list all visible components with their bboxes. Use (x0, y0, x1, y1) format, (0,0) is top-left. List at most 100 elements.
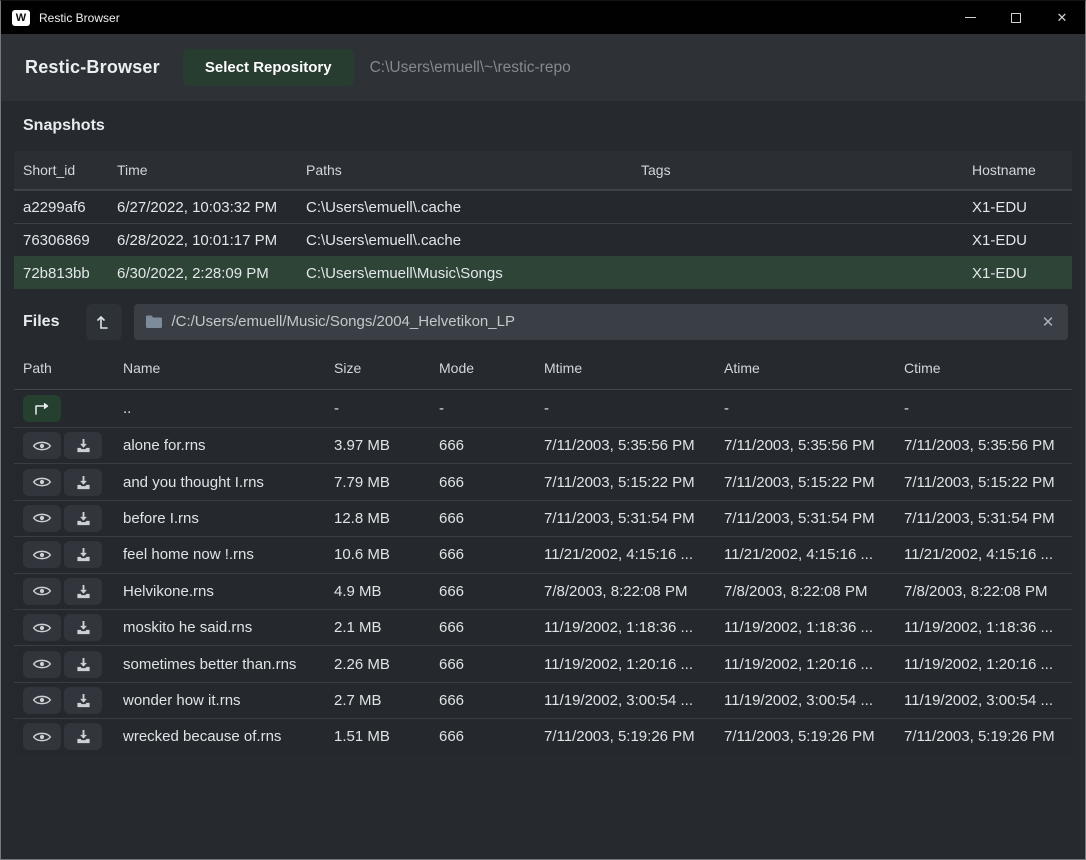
go-to-root-button[interactable] (86, 304, 122, 340)
column-header-time: Time (108, 162, 297, 178)
file-name: Helvikone.rns (114, 583, 325, 600)
snapshot-short-id: 76306869 (14, 232, 108, 249)
snapshot-short-id: 72b813bb (14, 265, 108, 282)
maximize-button[interactable] (993, 1, 1039, 34)
preview-button[interactable] (23, 505, 61, 532)
file-ctime: 7/11/2003, 5:15:22 PM (895, 474, 1072, 491)
file-size: 1.51 MB (325, 728, 430, 745)
file-mtime: 7/11/2003, 5:35:56 PM (535, 437, 715, 454)
file-ctime: - (895, 400, 1072, 417)
parent-directory-row: .. - - - - - (14, 390, 1072, 427)
clear-path-button[interactable]: ✕ (1034, 308, 1062, 336)
snapshot-hostname: X1-EDU (963, 265, 1072, 282)
file-row: feel home now !.rns 10.6 MB 666 11/21/20… (14, 536, 1072, 572)
files-table-header: Path Name Size Mode Mtime Atime Ctime (14, 346, 1072, 390)
repository-path: C:\Users\emuell\~\restic-repo (370, 59, 571, 77)
download-icon (76, 511, 91, 526)
preview-button[interactable] (23, 541, 61, 568)
download-icon (76, 584, 91, 599)
download-icon (76, 620, 91, 635)
file-ctime: 11/19/2002, 1:18:36 ... (895, 619, 1072, 636)
file-name: before I.rns (114, 510, 325, 527)
file-size: 2.1 MB (325, 619, 430, 636)
files-section-header: Files /C:/Users/emuell/Music/Songs/2004_… (1, 297, 1085, 346)
download-button[interactable] (64, 687, 102, 714)
file-atime: 7/8/2003, 8:22:08 PM (715, 583, 895, 600)
snapshot-row[interactable]: 76306869 6/28/2022, 10:01:17 PM C:\Users… (14, 223, 1072, 256)
preview-button[interactable] (23, 432, 61, 459)
file-ctime: 7/11/2003, 5:19:26 PM (895, 728, 1072, 745)
snapshot-hostname: X1-EDU (963, 199, 1072, 216)
files-title: Files (23, 313, 59, 331)
file-ctime: 7/11/2003, 5:31:54 PM (895, 510, 1072, 527)
column-header-paths: Paths (297, 162, 632, 178)
download-button[interactable] (64, 469, 102, 496)
snapshot-row-selected[interactable]: 72b813bb 6/30/2022, 2:28:09 PM C:\Users\… (14, 256, 1072, 289)
file-ctime: 11/19/2002, 3:00:54 ... (895, 692, 1072, 709)
file-size: 10.6 MB (325, 546, 430, 563)
column-header-mode: Mode (430, 360, 535, 376)
file-mode: - (430, 400, 535, 417)
window-controls: ✕ (947, 1, 1085, 34)
app-header: Restic-Browser Select Repository C:\User… (1, 34, 1085, 101)
download-button[interactable] (64, 614, 102, 641)
close-button[interactable]: ✕ (1039, 1, 1085, 34)
up-level-icon (97, 314, 111, 330)
current-path-field[interactable]: /C:/Users/emuell/Music/Songs/2004_Helvet… (134, 304, 1068, 340)
file-atime: 11/19/2002, 3:00:54 ... (715, 692, 895, 709)
eye-icon (32, 548, 52, 562)
go-up-button[interactable] (23, 395, 61, 422)
file-mode: 666 (430, 546, 535, 563)
download-button[interactable] (64, 723, 102, 750)
snapshot-time: 6/28/2022, 10:01:17 PM (108, 232, 297, 249)
file-row: and you thought I.rns 7.79 MB 666 7/11/2… (14, 463, 1072, 499)
preview-button[interactable] (23, 687, 61, 714)
file-mode: 666 (430, 728, 535, 745)
preview-button[interactable] (23, 614, 61, 641)
download-button[interactable] (64, 541, 102, 568)
file-mtime: - (535, 400, 715, 417)
download-button[interactable] (64, 505, 102, 532)
preview-button[interactable] (23, 651, 61, 678)
file-mtime: 7/11/2003, 5:15:22 PM (535, 474, 715, 491)
download-icon (76, 657, 91, 672)
file-atime: 11/19/2002, 1:18:36 ... (715, 619, 895, 636)
eye-icon (32, 657, 52, 671)
file-ctime: 7/11/2003, 5:35:56 PM (895, 437, 1072, 454)
file-size: 3.97 MB (325, 437, 430, 454)
eye-icon (32, 584, 52, 598)
preview-button[interactable] (23, 578, 61, 605)
current-path-value: /C:/Users/emuell/Music/Songs/2004_Helvet… (171, 313, 1034, 330)
maximize-icon (1011, 13, 1021, 23)
file-size: 2.26 MB (325, 656, 430, 673)
download-icon (76, 729, 91, 744)
file-mode: 666 (430, 692, 535, 709)
file-size: - (325, 400, 430, 417)
snapshot-paths: C:\Users\emuell\Music\Songs (297, 265, 632, 282)
file-atime: 11/21/2002, 4:15:16 ... (715, 546, 895, 563)
file-mode: 666 (430, 474, 535, 491)
file-row: wonder how it.rns 2.7 MB 666 11/19/2002,… (14, 682, 1072, 718)
download-button[interactable] (64, 432, 102, 459)
preview-button[interactable] (23, 723, 61, 750)
file-mode: 666 (430, 619, 535, 636)
file-ctime: 11/19/2002, 1:20:16 ... (895, 656, 1072, 673)
download-button[interactable] (64, 578, 102, 605)
file-ctime: 7/8/2003, 8:22:08 PM (895, 583, 1072, 600)
download-icon (76, 547, 91, 562)
snapshot-row[interactable]: a2299af6 6/27/2022, 10:03:32 PM C:\Users… (14, 190, 1072, 223)
file-name[interactable]: .. (114, 400, 325, 417)
file-atime: - (715, 400, 895, 417)
minimize-button[interactable] (947, 1, 993, 34)
file-name: sometimes better than.rns (114, 656, 325, 673)
app-title: Restic-Browser (25, 57, 160, 78)
preview-button[interactable] (23, 469, 61, 496)
file-size: 7.79 MB (325, 474, 430, 491)
file-mode: 666 (430, 437, 535, 454)
snapshot-time: 6/27/2022, 10:03:32 PM (108, 199, 297, 216)
select-repository-button[interactable]: Select Repository (183, 49, 354, 86)
column-header-short-id: Short_id (14, 162, 108, 178)
download-button[interactable] (64, 651, 102, 678)
eye-icon (32, 511, 52, 525)
file-size: 4.9 MB (325, 583, 430, 600)
